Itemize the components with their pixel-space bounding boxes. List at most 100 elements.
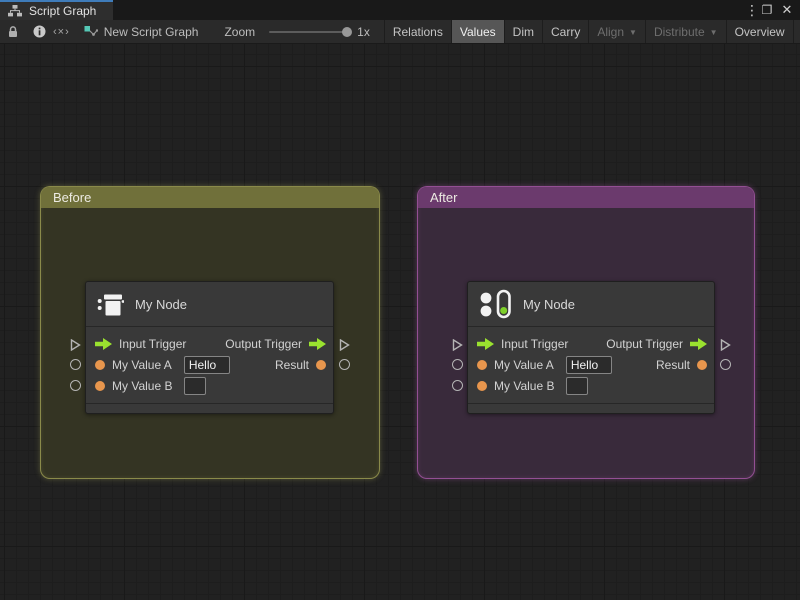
- info-icon: [33, 25, 46, 38]
- kebab-menu-icon[interactable]: ⋮: [745, 1, 759, 19]
- external-value-b-port[interactable]: [452, 380, 463, 391]
- zoom-slider[interactable]: [269, 26, 353, 37]
- port-row-value-a: My Value A Result: [86, 354, 333, 375]
- node-after-wrap: My Node Input Trigger Output Trigger My …: [452, 281, 731, 414]
- visual-scripting-icon: [480, 289, 511, 319]
- node-after-body: Input Trigger Output Trigger My Value A …: [468, 327, 714, 403]
- value-b-port[interactable]: My Value B: [95, 376, 207, 395]
- port-row-trigger: Input Trigger Output Trigger: [86, 333, 333, 354]
- output-trigger-port[interactable]: Output Trigger: [606, 337, 707, 351]
- external-output-trigger-port[interactable]: [720, 338, 731, 356]
- value-port-outline-icon: [720, 359, 731, 370]
- zoom-control: Zoom 1x: [224, 20, 369, 43]
- result-port[interactable]: Result: [656, 358, 707, 372]
- zoom-value: 1x: [357, 24, 370, 39]
- output-trigger-port[interactable]: Output Trigger: [225, 337, 326, 351]
- value-port-icon: [697, 359, 707, 370]
- relations-button[interactable]: Relations: [385, 20, 451, 43]
- value-port-icon: [95, 380, 105, 391]
- input-trigger-port[interactable]: Input Trigger: [95, 337, 186, 351]
- input-trigger-label: Input Trigger: [119, 336, 187, 351]
- exec-arrow-icon: [95, 337, 112, 350]
- value-a-input[interactable]: [565, 355, 612, 374]
- output-trigger-label: Output Trigger: [606, 336, 683, 351]
- trigger-port-outline-icon: [452, 338, 463, 352]
- node-before-wrap: My Node Input Trigger Output Trigger My …: [70, 281, 350, 414]
- external-input-trigger-port[interactable]: [70, 338, 81, 356]
- exec-arrow-icon: [690, 337, 707, 350]
- result-label: Result: [655, 357, 690, 372]
- values-button[interactable]: Values: [451, 20, 504, 43]
- value-port-icon: [95, 359, 105, 370]
- fullscreen-button[interactable]: Full Scr: [794, 20, 800, 43]
- node-before[interactable]: My Node Input Trigger Output Trigger My …: [85, 281, 334, 414]
- input-trigger-label: Input Trigger: [501, 336, 569, 351]
- external-output-trigger-port[interactable]: [339, 338, 350, 356]
- group-after-header[interactable]: After: [418, 187, 754, 208]
- value-port-outline-icon: [339, 359, 350, 370]
- value-port-outline-icon: [70, 380, 81, 391]
- script-graph-window: Script Graph ⋮ ❐ ✕ ‹×› New Script Graph …: [0, 0, 800, 600]
- lock-icon: [9, 26, 17, 37]
- dim-button[interactable]: Dim: [505, 20, 542, 43]
- info-button[interactable]: [26, 20, 53, 43]
- external-value-a-port[interactable]: [452, 359, 463, 370]
- value-a-label: My Value A: [112, 357, 172, 372]
- carry-button[interactable]: Carry: [543, 20, 588, 43]
- value-b-input[interactable]: [566, 376, 589, 395]
- external-input-trigger-port[interactable]: [452, 338, 463, 356]
- value-b-input[interactable]: [184, 376, 207, 395]
- exec-arrow-icon: [309, 337, 326, 350]
- distribute-label: Distribute: [653, 24, 705, 39]
- lock-button[interactable]: [0, 20, 26, 43]
- graph-tab-icon: [8, 5, 22, 17]
- maximize-icon[interactable]: ❐: [759, 1, 775, 19]
- value-b-label: My Value B: [494, 378, 555, 393]
- external-value-a-port[interactable]: [70, 359, 81, 370]
- new-graph-icon: [84, 25, 98, 36]
- value-port-icon: [316, 359, 326, 370]
- zoom-slider-handle[interactable]: [342, 26, 353, 37]
- tab-script-graph[interactable]: Script Graph: [0, 0, 113, 20]
- value-a-label: My Value A: [494, 357, 554, 372]
- value-b-port[interactable]: My Value B: [477, 376, 589, 395]
- value-a-port[interactable]: My Value A: [95, 355, 230, 374]
- title-bar: Script Graph ⋮ ❐ ✕: [0, 0, 800, 20]
- distribute-dropdown[interactable]: Distribute ▼: [646, 20, 726, 43]
- value-port-icon: [477, 380, 487, 391]
- toolbar-button-strip: Relations Values Dim Carry Align ▼ Distr…: [383, 20, 800, 43]
- node-before-body: Input Trigger Output Trigger My Value A …: [86, 327, 333, 403]
- overview-button[interactable]: Overview: [727, 20, 793, 43]
- zoom-label: Zoom: [224, 24, 256, 39]
- tab-label: Script Graph: [29, 4, 97, 18]
- group-after-label: After: [430, 190, 458, 205]
- close-icon[interactable]: ✕: [779, 1, 795, 19]
- align-dropdown[interactable]: Align ▼: [589, 20, 645, 43]
- node-after[interactable]: My Node Input Trigger Output Trigger My …: [467, 281, 715, 414]
- port-row-trigger: Input Trigger Output Trigger: [468, 333, 714, 354]
- input-trigger-port[interactable]: Input Trigger: [477, 337, 568, 351]
- result-label: Result: [274, 357, 309, 372]
- output-trigger-label: Output Trigger: [225, 336, 302, 351]
- trigger-port-outline-icon: [339, 338, 350, 352]
- value-port-icon: [477, 359, 487, 370]
- value-a-port[interactable]: My Value A: [477, 355, 612, 374]
- chevron-down-icon: ▼: [629, 28, 637, 37]
- node-before-header[interactable]: My Node: [86, 282, 333, 328]
- port-row-value-a: My Value A Result: [468, 354, 714, 375]
- value-port-outline-icon: [70, 359, 81, 370]
- exec-arrow-icon: [477, 337, 494, 350]
- code-view-toggle-button[interactable]: ‹×›: [53, 20, 70, 43]
- node-after-header[interactable]: My Node: [468, 282, 714, 328]
- external-value-b-port[interactable]: [70, 380, 81, 391]
- node-after-footer: [468, 403, 714, 413]
- value-a-input[interactable]: [183, 355, 230, 374]
- value-port-outline-icon: [452, 359, 463, 370]
- external-result-port[interactable]: [339, 359, 350, 370]
- new-script-graph-button[interactable]: New Script Graph: [84, 20, 198, 43]
- group-before-label: Before: [53, 190, 92, 205]
- external-result-port[interactable]: [720, 359, 731, 370]
- graph-canvas[interactable]: Before After My Node Input Trigger Outpu…: [0, 44, 800, 600]
- result-port[interactable]: Result: [275, 358, 326, 372]
- group-before-header[interactable]: Before: [41, 187, 379, 208]
